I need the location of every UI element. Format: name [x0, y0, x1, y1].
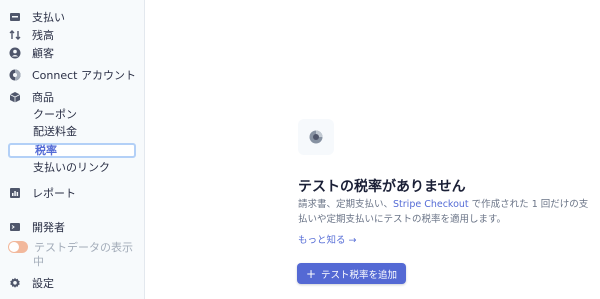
plus-icon: +	[305, 266, 317, 281]
sidebar-item-connect[interactable]: Connect アカウント	[8, 67, 136, 83]
main-content: テストの税率がありません 請求書、定期支払い、Stripe Checkout で…	[146, 0, 600, 299]
sidebar-item-developers[interactable]: 開発者	[8, 219, 65, 235]
sidebar-item-payments[interactable]: 支払い	[8, 9, 65, 25]
sidebar-item-settings[interactable]: 設定	[8, 275, 54, 291]
terminal-icon	[8, 220, 22, 234]
transfer-arrows-icon	[8, 28, 22, 42]
stripe-checkout-link[interactable]: Stripe Checkout	[393, 199, 469, 210]
gear-icon	[8, 276, 22, 290]
test-mode-toggle[interactable]: テストデータの表示	[8, 239, 133, 254]
sidebar-item-reports[interactable]: レポート	[8, 185, 76, 201]
sidebar-item-label: 支払い	[32, 11, 65, 24]
sidebar-item-customers[interactable]: 顧客	[8, 45, 54, 61]
sidebar-subitem-shipping-rates[interactable]: 配送料金	[33, 124, 77, 140]
sidebar-subitem-coupons[interactable]: クーポン	[33, 107, 77, 123]
add-test-tax-rate-button[interactable]: + テスト税率を追加	[297, 263, 406, 284]
sidebar-item-label: 顧客	[32, 47, 54, 60]
sidebar: 支払い 残高 顧客 Connect アカウント 商品 クーポン 配送料金 税率 …	[0, 0, 145, 299]
add-button-label: テスト税率を追加	[321, 269, 398, 281]
sidebar-item-label: 設定	[32, 277, 54, 290]
sidebar-item-label: 開発者	[32, 221, 65, 234]
sidebar-item-label: 商品	[32, 91, 54, 104]
sidebar-item-balances[interactable]: 残高	[8, 27, 54, 43]
description-text: 請求書、定期支払い、	[298, 199, 394, 210]
report-icon	[8, 186, 22, 200]
empty-state-title: テストの税率がありません	[298, 179, 466, 195]
connect-icon	[8, 68, 22, 82]
sidebar-item-label: レポート	[32, 187, 76, 200]
user-icon	[8, 46, 22, 60]
test-mode-label: テストデータの表示	[34, 240, 133, 254]
sidebar-item-label: Connect アカウント	[32, 69, 136, 82]
wallet-icon	[8, 10, 22, 24]
sidebar-subitem-payment-links[interactable]: 支払いのリンク	[33, 160, 110, 176]
learn-more-link[interactable]: もっと知る →	[298, 232, 356, 246]
tax-rate-icon	[298, 119, 334, 155]
sidebar-subitem-tax-rates[interactable]: 税率	[8, 143, 136, 158]
box-icon	[8, 90, 22, 104]
sidebar-item-products[interactable]: 商品	[8, 89, 54, 105]
test-mode-label-continued: 中	[33, 255, 44, 268]
sidebar-item-label: 残高	[32, 29, 54, 42]
empty-state-description: 請求書、定期支払い、Stripe Checkout で作成された 1 回だけの支…	[298, 197, 594, 227]
toggle-switch[interactable]	[8, 240, 28, 253]
